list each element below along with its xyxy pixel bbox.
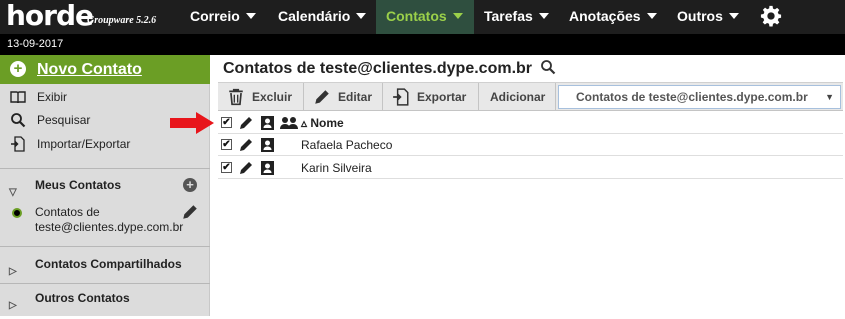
page-title: Contatos de teste@clientes.dype.com.br	[223, 55, 556, 82]
new-contact-label: Novo Contato	[37, 61, 142, 78]
chevron-down-icon	[245, 13, 256, 19]
top-navigation-bar: horde Groupware 5.2.6 Correio Calendário…	[0, 0, 845, 34]
section-meus-contatos[interactable]: ▽ Meus Contatos +	[0, 172, 210, 198]
sidebar-item-label: Importar/Exportar	[37, 137, 131, 151]
delete-label: Excluir	[252, 90, 293, 104]
section-outros-contatos[interactable]: ▷ Outros Contatos	[0, 285, 210, 311]
pencil-icon	[315, 90, 329, 104]
export-icon	[393, 88, 409, 106]
column-header-label: Nome	[310, 116, 344, 130]
add-button[interactable]: Adicionar	[479, 83, 556, 111]
divider	[0, 168, 210, 169]
table-row[interactable]: ✔ Karin Silveira	[218, 157, 843, 179]
expand-triangle-icon: ▷	[9, 300, 17, 311]
new-contact-button[interactable]: + Novo Contato	[0, 55, 210, 84]
table-row[interactable]: ✔ Rafaela Pacheco	[218, 134, 843, 156]
gear-icon[interactable]	[760, 5, 782, 27]
nav-item-label: Tarefas	[484, 8, 533, 24]
addressbook-select[interactable]: Contatos de teste@clientes.dype.com.br ▼	[558, 85, 841, 109]
trash-icon	[229, 88, 243, 106]
sidebar-item-label: Pesquisar	[37, 113, 91, 127]
column-header-name[interactable]: ▵ Nome	[301, 112, 344, 134]
search-icon[interactable]	[540, 59, 556, 75]
addressbook-name-line2: teste@clientes.dype.com.br	[35, 220, 184, 234]
addressbook-item[interactable]: Contatos de teste@clientes.dype.com.br	[0, 201, 210, 241]
nav-item-anotacoes[interactable]: Anotações	[559, 0, 667, 34]
add-label: Adicionar	[490, 90, 546, 104]
nav-item-calendario[interactable]: Calendário	[268, 0, 376, 34]
group-icon	[280, 117, 298, 129]
row-checkbox[interactable]: ✔	[221, 139, 232, 150]
list-header-row: ✔ ▵ Nome	[218, 112, 843, 134]
add-addressbook-icon[interactable]: +	[183, 178, 197, 192]
nav-item-label: Outros	[677, 8, 723, 24]
section-label: Outros Contatos	[35, 291, 130, 305]
logo-text: horde	[6, 0, 94, 32]
vcard-icon[interactable]	[260, 160, 275, 176]
current-date: 13-09-2017	[7, 38, 64, 50]
chevron-down-icon: ▼	[825, 92, 834, 102]
chevron-down-icon	[538, 13, 549, 19]
contact-name[interactable]: Rafaela Pacheco	[301, 134, 392, 156]
nav-item-label: Anotações	[569, 8, 641, 24]
vcard-icon[interactable]	[260, 137, 275, 153]
search-icon	[11, 113, 26, 128]
export-label: Exportar	[417, 90, 467, 104]
sidebar-item-exibir[interactable]: Exibir	[0, 86, 210, 108]
nav-item-outros[interactable]: Outros	[667, 0, 749, 34]
addressbook-select-value: Contatos de teste@clientes.dype.com.br	[576, 90, 808, 104]
nav-item-label: Calendário	[278, 8, 351, 24]
select-all-checkbox[interactable]: ✔	[221, 117, 232, 128]
version-label: Groupware 5.2.6	[87, 15, 157, 26]
divider	[0, 246, 210, 247]
sidebar-item-importar-exportar[interactable]: Importar/Exportar	[0, 133, 210, 155]
chevron-down-icon	[728, 13, 739, 19]
delete-button[interactable]: Excluir	[218, 83, 304, 111]
edit-addressbook-pencil-icon[interactable]	[181, 203, 199, 221]
section-label: Contatos Compartilhados	[35, 257, 182, 271]
chevron-down-icon	[452, 13, 463, 19]
pencil-icon[interactable]	[238, 137, 254, 153]
toolbar: Excluir Editar Exportar Adicionar Contat…	[218, 82, 843, 111]
nav-item-label: Correio	[190, 8, 240, 24]
red-arrow-annotation-icon	[170, 112, 214, 134]
expand-triangle-icon: ▷	[9, 266, 17, 277]
page-title-text: Contatos de teste@clientes.dype.com.br	[223, 60, 533, 77]
date-bar: 13-09-2017	[0, 34, 845, 55]
sort-indicator: ▵	[301, 116, 308, 130]
contact-name[interactable]: Karin Silveira	[301, 157, 372, 179]
export-button[interactable]: Exportar	[383, 83, 479, 111]
sidebar-item-label: Exibir	[37, 90, 68, 104]
edit-button[interactable]: Editar	[304, 83, 383, 111]
nav-item-contatos[interactable]: Contatos	[376, 0, 474, 34]
edit-label: Editar	[338, 90, 373, 104]
nav-item-tarefas[interactable]: Tarefas	[474, 0, 559, 34]
divider	[0, 283, 210, 284]
sidebar: + Novo Contato Exibir Pesquisar Importar…	[0, 55, 210, 316]
section-label: Meus Contatos	[35, 178, 122, 192]
plus-icon: +	[10, 61, 26, 77]
chevron-down-icon	[646, 13, 657, 19]
pencil-icon	[240, 117, 252, 129]
pencil-icon[interactable]	[238, 160, 254, 176]
nav-item-label: Contatos	[386, 8, 447, 24]
main-content: Contatos de teste@clientes.dype.com.br E…	[218, 55, 845, 316]
nav-item-correio[interactable]: Correio	[180, 0, 266, 34]
section-contatos-compartilhados[interactable]: ▷ Contatos Compartilhados	[0, 251, 210, 277]
radio-selected-icon	[12, 208, 22, 218]
vcard-icon	[261, 116, 274, 130]
chevron-down-icon	[356, 13, 367, 19]
row-checkbox[interactable]: ✔	[221, 162, 232, 173]
book-icon	[10, 91, 26, 104]
import-export-icon	[11, 136, 25, 152]
